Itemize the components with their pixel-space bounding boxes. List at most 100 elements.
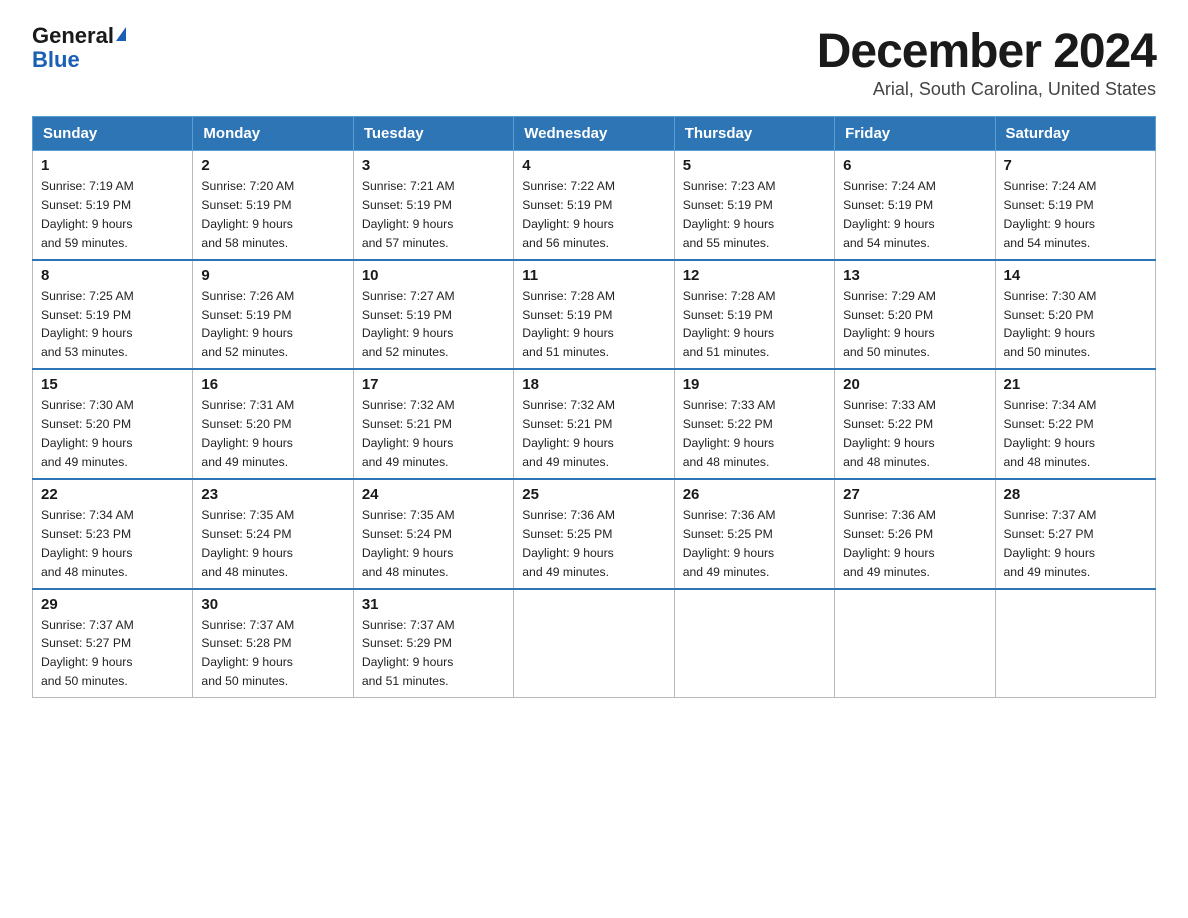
day-number: 12 [683,267,826,284]
sunset-label: Sunset: 5:27 PM [1004,527,1094,541]
day-number: 13 [843,267,986,284]
day-number: 27 [843,486,986,503]
calendar-day-cell: 18 Sunrise: 7:32 AM Sunset: 5:21 PM Dayl… [514,369,674,479]
daylight-minutes: and 49 minutes. [362,455,449,469]
sunset-label: Sunset: 5:19 PM [201,198,291,212]
day-number: 19 [683,376,826,393]
sunrise-label: Sunrise: 7:19 AM [41,179,134,193]
sunset-label: Sunset: 5:25 PM [683,527,773,541]
sunset-label: Sunset: 5:22 PM [683,417,773,431]
day-info: Sunrise: 7:35 AM Sunset: 5:24 PM Dayligh… [201,506,344,582]
daylight-label: Daylight: 9 hours [843,217,934,231]
daylight-label: Daylight: 9 hours [41,655,132,669]
calendar-day-cell: 9 Sunrise: 7:26 AM Sunset: 5:19 PM Dayli… [193,260,353,370]
col-header-monday: Monday [193,117,353,151]
sunset-label: Sunset: 5:19 PM [362,308,452,322]
daylight-minutes: and 49 minutes. [522,565,609,579]
daylight-minutes: and 48 minutes. [1004,455,1091,469]
day-number: 7 [1004,157,1147,174]
daylight-minutes: and 50 minutes. [41,674,128,688]
daylight-label: Daylight: 9 hours [201,326,292,340]
sunset-label: Sunset: 5:23 PM [41,527,131,541]
daylight-label: Daylight: 9 hours [683,217,774,231]
calendar-day-cell: 3 Sunrise: 7:21 AM Sunset: 5:19 PM Dayli… [353,151,513,260]
daylight-label: Daylight: 9 hours [683,326,774,340]
sunrise-label: Sunrise: 7:35 AM [201,508,294,522]
day-info: Sunrise: 7:37 AM Sunset: 5:29 PM Dayligh… [362,616,505,692]
day-info: Sunrise: 7:27 AM Sunset: 5:19 PM Dayligh… [362,287,505,363]
day-info: Sunrise: 7:36 AM Sunset: 5:26 PM Dayligh… [843,506,986,582]
daylight-label: Daylight: 9 hours [522,546,613,560]
sunrise-label: Sunrise: 7:21 AM [362,179,455,193]
sunset-label: Sunset: 5:19 PM [1004,198,1094,212]
col-header-tuesday: Tuesday [353,117,513,151]
daylight-label: Daylight: 9 hours [1004,217,1095,231]
sunset-label: Sunset: 5:26 PM [843,527,933,541]
day-info: Sunrise: 7:30 AM Sunset: 5:20 PM Dayligh… [41,396,184,472]
day-info: Sunrise: 7:36 AM Sunset: 5:25 PM Dayligh… [522,506,665,582]
sunrise-label: Sunrise: 7:26 AM [201,289,294,303]
calendar-day-cell: 2 Sunrise: 7:20 AM Sunset: 5:19 PM Dayli… [193,151,353,260]
day-info: Sunrise: 7:34 AM Sunset: 5:23 PM Dayligh… [41,506,184,582]
calendar-day-cell: 5 Sunrise: 7:23 AM Sunset: 5:19 PM Dayli… [674,151,834,260]
empty-cell [995,589,1155,698]
daylight-label: Daylight: 9 hours [683,436,774,450]
calendar-day-cell: 14 Sunrise: 7:30 AM Sunset: 5:20 PM Dayl… [995,260,1155,370]
day-info: Sunrise: 7:36 AM Sunset: 5:25 PM Dayligh… [683,506,826,582]
day-info: Sunrise: 7:24 AM Sunset: 5:19 PM Dayligh… [1004,177,1147,253]
day-number: 18 [522,376,665,393]
sunset-label: Sunset: 5:19 PM [362,198,452,212]
sunset-label: Sunset: 5:25 PM [522,527,612,541]
sunrise-label: Sunrise: 7:32 AM [522,398,615,412]
daylight-minutes: and 50 minutes. [843,345,930,359]
day-number: 17 [362,376,505,393]
daylight-label: Daylight: 9 hours [843,326,934,340]
daylight-label: Daylight: 9 hours [201,217,292,231]
day-number: 1 [41,157,184,174]
day-number: 3 [362,157,505,174]
calendar-day-cell: 11 Sunrise: 7:28 AM Sunset: 5:19 PM Dayl… [514,260,674,370]
sunset-label: Sunset: 5:21 PM [522,417,612,431]
logo: General Blue [32,24,126,72]
sunrise-label: Sunrise: 7:25 AM [41,289,134,303]
sunset-label: Sunset: 5:19 PM [41,198,131,212]
daylight-label: Daylight: 9 hours [201,436,292,450]
sunrise-label: Sunrise: 7:27 AM [362,289,455,303]
daylight-label: Daylight: 9 hours [41,217,132,231]
day-number: 11 [522,267,665,284]
col-header-thursday: Thursday [674,117,834,151]
sunset-label: Sunset: 5:19 PM [683,198,773,212]
daylight-label: Daylight: 9 hours [362,326,453,340]
daylight-label: Daylight: 9 hours [1004,326,1095,340]
sunset-label: Sunset: 5:19 PM [522,308,612,322]
day-info: Sunrise: 7:25 AM Sunset: 5:19 PM Dayligh… [41,287,184,363]
calendar-week-row: 15 Sunrise: 7:30 AM Sunset: 5:20 PM Dayl… [33,369,1156,479]
day-info: Sunrise: 7:24 AM Sunset: 5:19 PM Dayligh… [843,177,986,253]
daylight-label: Daylight: 9 hours [201,546,292,560]
day-number: 28 [1004,486,1147,503]
day-number: 26 [683,486,826,503]
sunrise-label: Sunrise: 7:34 AM [1004,398,1097,412]
day-number: 14 [1004,267,1147,284]
day-info: Sunrise: 7:28 AM Sunset: 5:19 PM Dayligh… [522,287,665,363]
day-info: Sunrise: 7:33 AM Sunset: 5:22 PM Dayligh… [683,396,826,472]
calendar-day-cell: 26 Sunrise: 7:36 AM Sunset: 5:25 PM Dayl… [674,479,834,589]
calendar-day-cell: 23 Sunrise: 7:35 AM Sunset: 5:24 PM Dayl… [193,479,353,589]
day-info: Sunrise: 7:37 AM Sunset: 5:28 PM Dayligh… [201,616,344,692]
day-info: Sunrise: 7:33 AM Sunset: 5:22 PM Dayligh… [843,396,986,472]
day-info: Sunrise: 7:28 AM Sunset: 5:19 PM Dayligh… [683,287,826,363]
empty-cell [835,589,995,698]
calendar-day-cell: 8 Sunrise: 7:25 AM Sunset: 5:19 PM Dayli… [33,260,193,370]
day-number: 21 [1004,376,1147,393]
sunset-label: Sunset: 5:21 PM [362,417,452,431]
calendar-day-cell: 27 Sunrise: 7:36 AM Sunset: 5:26 PM Dayl… [835,479,995,589]
sunrise-label: Sunrise: 7:33 AM [843,398,936,412]
daylight-minutes: and 49 minutes. [201,455,288,469]
daylight-label: Daylight: 9 hours [843,436,934,450]
day-info: Sunrise: 7:21 AM Sunset: 5:19 PM Dayligh… [362,177,505,253]
day-info: Sunrise: 7:37 AM Sunset: 5:27 PM Dayligh… [41,616,184,692]
daylight-minutes: and 49 minutes. [843,565,930,579]
day-info: Sunrise: 7:32 AM Sunset: 5:21 PM Dayligh… [362,396,505,472]
sunset-label: Sunset: 5:24 PM [362,527,452,541]
calendar-week-row: 1 Sunrise: 7:19 AM Sunset: 5:19 PM Dayli… [33,151,1156,260]
